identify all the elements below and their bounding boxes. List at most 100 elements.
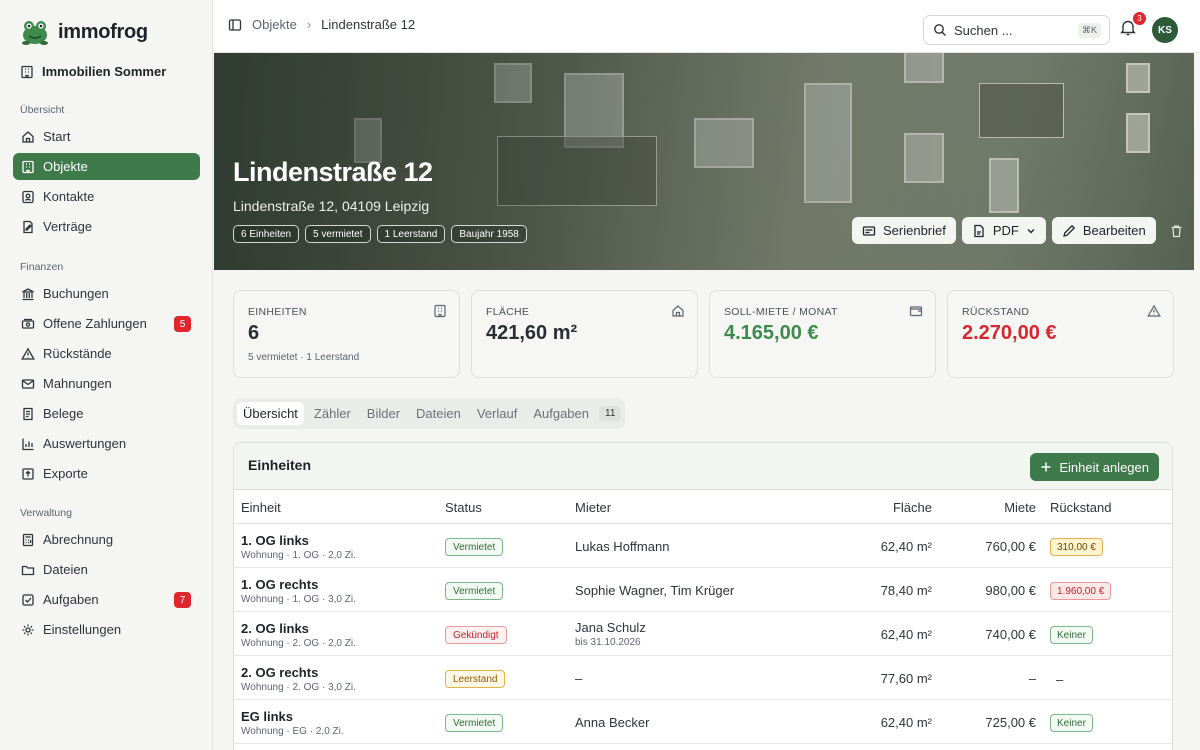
app-logo[interactable]: immofrog xyxy=(20,18,148,46)
sidebar-item-label: Dateien xyxy=(43,562,88,577)
arrears-badge: 310,00 € xyxy=(1050,538,1103,556)
tab-uebersicht[interactable]: Übersicht xyxy=(237,402,304,425)
unit-name: 1. OG rechts xyxy=(241,577,319,592)
bank-icon xyxy=(22,287,34,300)
button-label: PDF xyxy=(992,223,1019,238)
tenant-name: Lukas Hoffmann xyxy=(575,539,670,554)
sidebar-item-kontakte[interactable]: Kontakte xyxy=(13,183,200,210)
home-icon xyxy=(672,305,684,317)
sidebar-item-label: Start xyxy=(43,129,71,144)
tab-dateien[interactable]: Dateien xyxy=(410,402,467,425)
edit-button[interactable]: Bearbeiten xyxy=(1051,217,1156,244)
sidebar-item-objekte[interactable]: Objekte xyxy=(13,153,200,180)
stat-value: 2.270,00 € xyxy=(962,322,1057,344)
export-icon xyxy=(22,467,34,480)
sidebar-item-mahnungen[interactable]: Mahnungen xyxy=(13,370,200,397)
property-hero: Lindenstraße 12 Lindenstraße 12, 04109 L… xyxy=(214,53,1194,270)
col-rueckstand[interactable]: Rückstand xyxy=(1050,500,1111,515)
file-pdf-icon xyxy=(974,224,984,237)
sidebar-item-label: Verträge xyxy=(43,219,93,234)
unit-area: 78,40 m² xyxy=(880,583,932,598)
sidebar-item-rueckstaende[interactable]: Rückstände xyxy=(13,340,200,367)
unit-rent: 740,00 € xyxy=(985,627,1036,642)
sidebar-toggle-icon[interactable] xyxy=(228,18,242,32)
unit-name: 2. OG rechts xyxy=(241,665,319,680)
table-row[interactable]: 1. OG links Wohnung · 1. OG · 2,0 Zi. Ve… xyxy=(234,524,1172,568)
search-input[interactable]: Suchen ... ⌘K xyxy=(923,15,1110,45)
tab-aufgaben[interactable]: Aufgaben xyxy=(527,402,595,425)
table-row[interactable]: EG links Wohnung · EG · 2,0 Zi. Vermiete… xyxy=(234,700,1172,744)
tenant-name: Anna Becker xyxy=(575,715,650,730)
tag-rented: 5 vermietet xyxy=(305,225,371,243)
tag-year: Baujahr 1958 xyxy=(451,225,527,243)
breadcrumb: Objekte › Lindenstraße 12 xyxy=(228,17,415,32)
unit-details: Wohnung · 2. OG · 3,0 Zi. xyxy=(241,682,356,693)
unit-area: 62,40 m² xyxy=(880,627,932,642)
sidebar-item-label: Belege xyxy=(43,406,84,421)
section-admin: Verwaltung xyxy=(20,507,72,519)
stat-card-units: Einheiten 6 5 vermietet · 1 Leerstand xyxy=(233,290,460,378)
mail-icon xyxy=(21,378,35,389)
stat-value: 4.165,00 € xyxy=(724,322,819,344)
col-flaeche[interactable]: Fläche xyxy=(893,500,932,515)
stat-label: Einheiten xyxy=(248,306,307,318)
sidebar-item-vertraege[interactable]: Verträge xyxy=(13,213,200,240)
sidebar-item-label: Auswertungen xyxy=(43,436,127,451)
sidebar-item-buchungen[interactable]: Buchungen xyxy=(13,280,200,307)
app-name: immofrog xyxy=(58,20,148,43)
table-row[interactable]: 2. OG links Wohnung · 2. OG · 2,0 Zi. Ge… xyxy=(234,612,1172,656)
sidebar-item-abrechnung[interactable]: Abrechnung xyxy=(13,526,200,553)
pencil-icon xyxy=(1062,224,1075,237)
button-label: Bearbeiten xyxy=(1082,223,1146,238)
arrears-badge: Keiner xyxy=(1050,626,1093,644)
sidebar-item-offene-zahlungen[interactable]: Offene Zahlungen 5 xyxy=(13,310,200,337)
add-unit-button[interactable]: Einheit anlegen xyxy=(1030,453,1159,481)
sidebar-item-auswertungen[interactable]: Auswertungen xyxy=(13,430,200,457)
folder-icon xyxy=(21,565,35,575)
tab-bilder[interactable]: Bilder xyxy=(361,402,406,425)
arrears-value: – xyxy=(1056,671,1064,687)
unit-details: Wohnung · EG · 2,0 Zi. xyxy=(241,726,344,737)
sidebar-item-aufgaben[interactable]: Aufgaben 7 xyxy=(13,586,200,613)
col-miete[interactable]: Miete xyxy=(1004,500,1036,515)
pdf-button[interactable]: PDF xyxy=(961,217,1046,244)
unit-cell: 1. OG links Wohnung · 1. OG · 2,0 Zi. xyxy=(241,533,356,561)
serienbrief-button[interactable]: Serienbrief xyxy=(852,217,956,244)
col-mieter[interactable]: Mieter xyxy=(575,500,611,515)
button-label: Einheit anlegen xyxy=(1059,459,1149,475)
breadcrumb-objekte[interactable]: Objekte xyxy=(252,17,297,32)
org-switcher[interactable]: Immobilien Sommer xyxy=(20,64,166,79)
sidebar-item-belege[interactable]: Belege xyxy=(13,400,200,427)
table-row[interactable]: 1. OG rechts Wohnung · 1. OG · 3,0 Zi. V… xyxy=(234,568,1172,612)
contract-icon xyxy=(23,220,33,233)
warning-icon xyxy=(21,346,35,360)
tab-verlauf[interactable]: Verlauf xyxy=(471,402,523,425)
unit-rent: 760,00 € xyxy=(985,539,1036,554)
sidebar-item-start[interactable]: Start xyxy=(13,123,200,150)
count-badge: 7 xyxy=(174,592,191,608)
col-einheit[interactable]: Einheit xyxy=(241,500,281,515)
checkbox-icon xyxy=(22,593,34,606)
building-icon xyxy=(22,160,34,173)
unit-rent: – xyxy=(1028,671,1036,686)
stat-label: Soll-Miete / Monat xyxy=(724,306,838,318)
arrears-badge: 1.960,00 € xyxy=(1050,582,1112,600)
sidebar-item-exporte[interactable]: Exporte xyxy=(13,460,200,487)
tenant-until: bis 31.10.2026 xyxy=(575,637,641,648)
plus-icon xyxy=(1041,462,1051,472)
notification-badge: 3 xyxy=(1133,12,1146,25)
trash-icon[interactable] xyxy=(1170,224,1183,238)
tab-zaehler[interactable]: Zähler xyxy=(308,402,357,425)
panel-title: Einheiten xyxy=(248,457,312,473)
sidebar-item-label: Kontakte xyxy=(43,189,95,204)
sidebar-item-label: Exporte xyxy=(43,466,88,481)
gear-icon xyxy=(22,624,34,635)
table-row[interactable]: 2. OG rechts Wohnung · 2. OG · 3,0 Zi. L… xyxy=(234,656,1172,700)
search-icon xyxy=(934,24,946,36)
sidebar-item-dateien[interactable]: Dateien xyxy=(13,556,200,583)
property-tags: 6 Einheiten 5 vermietet 1 Leerstand Bauj… xyxy=(233,225,527,243)
avatar[interactable]: KS xyxy=(1152,17,1178,43)
sidebar-item-einstellungen[interactable]: Einstellungen xyxy=(13,616,200,643)
section-overview: Übersicht xyxy=(20,104,65,116)
col-status[interactable]: Status xyxy=(445,500,482,515)
